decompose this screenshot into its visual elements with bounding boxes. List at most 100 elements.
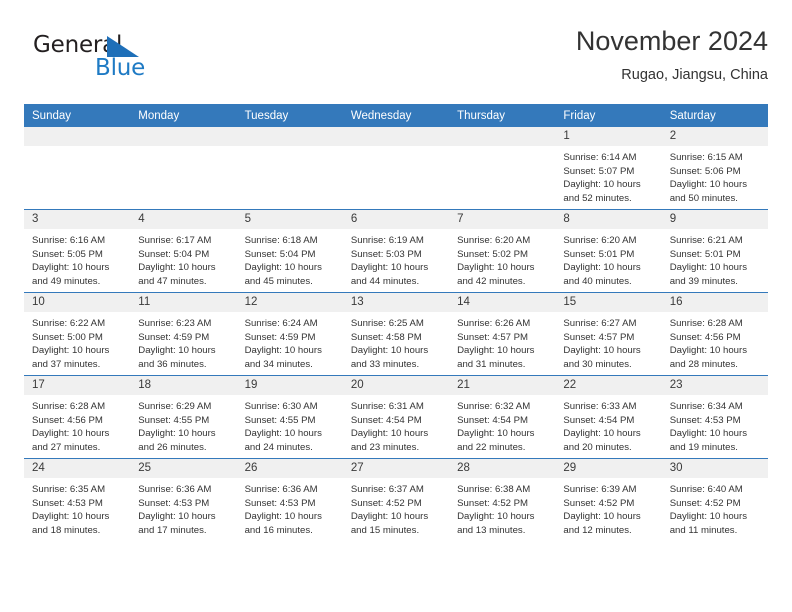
sunrise-text: Sunrise: 6:37 AM bbox=[350, 484, 424, 495]
daylight-text-line1: Daylight: 10 hours bbox=[350, 511, 429, 523]
day-number: 23 bbox=[661, 376, 768, 395]
weekday-header-monday: Monday bbox=[130, 104, 237, 127]
day-number bbox=[342, 127, 450, 146]
calendar-day-cell[interactable]: 19 Sunrise: 6:30 AM Sunset: 4:55 PM Dayligh… bbox=[236, 375, 343, 459]
calendar-day-cell[interactable]: 20 Sunrise: 6:31 AM Sunset: 4:54 PM Dayligh… bbox=[342, 375, 450, 459]
calendar-day-cell[interactable]: 21 Sunrise: 6:32 AM Sunset: 4:54 PM Dayligh… bbox=[449, 375, 556, 459]
daylight-text-line2: and 52 minutes. bbox=[563, 192, 632, 204]
calendar-day-cell[interactable]: 11 Sunrise: 6:23 AM Sunset: 4:59 PM Dayligh… bbox=[130, 292, 237, 376]
day-details: Sunrise: 6:37 AM Sunset: 4:52 PM Daylight:… bbox=[343, 478, 449, 537]
calendar-page: General Blue November 2024 Rugao, Jiangs… bbox=[0, 0, 792, 612]
daylight-text-line1: Daylight: 10 hours bbox=[563, 345, 641, 357]
day-details: Sunrise: 6:33 AM Sunset: 4:54 PM Daylight:… bbox=[555, 395, 661, 454]
calendar-day-cell[interactable]: 2 Sunrise: 6:15 AM Sunset: 5:06 PM Daylight… bbox=[661, 127, 768, 210]
day-details: Sunrise: 6:35 AM Sunset: 4:53 PM Daylight:… bbox=[24, 478, 130, 537]
daylight-text-line1: Daylight: 10 hours bbox=[457, 428, 535, 440]
daylight-text-line2: and 50 minutes. bbox=[669, 192, 738, 204]
weekday-header-wednesday: Wednesday bbox=[342, 104, 450, 127]
sunset-text: Sunset: 4:56 PM bbox=[669, 331, 741, 343]
day-number: 3 bbox=[24, 210, 131, 229]
daylight-text-line2: and 44 minutes. bbox=[350, 275, 420, 287]
calendar-day-cell[interactable]: 6 Sunrise: 6:19 AM Sunset: 5:03 PM Daylight… bbox=[342, 209, 450, 293]
calendar-day-cell[interactable]: 29 Sunrise: 6:39 AM Sunset: 4:52 PM Dayligh… bbox=[555, 458, 662, 541]
daylight-text-line1: Daylight: 10 hours bbox=[669, 262, 748, 274]
day-number: 12 bbox=[236, 293, 343, 312]
calendar-day-cell[interactable]: 9 Sunrise: 6:21 AM Sunset: 5:01 PM Daylight… bbox=[661, 209, 768, 293]
day-number: 30 bbox=[661, 459, 768, 478]
daylight-text-line2: and 18 minutes. bbox=[32, 524, 101, 536]
day-details: Sunrise: 6:18 AM Sunset: 5:04 PM Daylight:… bbox=[237, 229, 343, 288]
day-details: Sunrise: 6:28 AM Sunset: 4:56 PM Daylight:… bbox=[662, 312, 768, 371]
day-number: 1 bbox=[555, 127, 662, 146]
day-number: 13 bbox=[342, 293, 450, 312]
sunset-text: Sunset: 4:54 PM bbox=[457, 414, 529, 426]
daylight-text-line1: Daylight: 10 hours bbox=[563, 428, 641, 440]
weekday-header-friday: Friday bbox=[555, 104, 662, 127]
day-number: 7 bbox=[449, 210, 556, 229]
calendar-day-cell[interactable]: 28 Sunrise: 6:38 AM Sunset: 4:52 PM Dayligh… bbox=[449, 458, 556, 541]
sunrise-text: Sunrise: 6:25 AM bbox=[350, 318, 424, 329]
calendar-day-cell[interactable]: 14 Sunrise: 6:26 AM Sunset: 4:57 PM Dayligh… bbox=[449, 292, 556, 376]
daylight-text-line2: and 33 minutes. bbox=[350, 358, 420, 370]
sunrise-text: Sunrise: 6:16 AM bbox=[32, 235, 106, 246]
calendar-day-cell[interactable]: 18 Sunrise: 6:29 AM Sunset: 4:55 PM Dayligh… bbox=[130, 375, 237, 459]
sunset-text: Sunset: 4:53 PM bbox=[138, 497, 210, 509]
calendar-day-cell[interactable]: 27 Sunrise: 6:37 AM Sunset: 4:52 PM Dayligh… bbox=[342, 458, 450, 541]
daylight-text-line2: and 24 minutes. bbox=[244, 441, 313, 453]
calendar-day-cell[interactable]: 1 Sunrise: 6:14 AM Sunset: 5:07 PM Daylight… bbox=[555, 127, 662, 210]
day-number: 20 bbox=[342, 376, 450, 395]
page-header: General Blue November 2024 Rugao, Jiangs… bbox=[24, 24, 768, 96]
calendar-day-cell[interactable]: 30 Sunrise: 6:40 AM Sunset: 4:52 PM Dayligh… bbox=[661, 458, 768, 541]
sunrise-text: Sunrise: 6:17 AM bbox=[138, 235, 212, 246]
sunset-text: Sunset: 4:53 PM bbox=[32, 497, 103, 509]
calendar-header-row: Sunday Monday Tuesday Wednesday Thursday… bbox=[24, 104, 768, 127]
calendar-day-cell[interactable]: 12 Sunrise: 6:24 AM Sunset: 4:59 PM Dayligh… bbox=[236, 292, 343, 376]
calendar-day-cell[interactable]: 22 Sunrise: 6:33 AM Sunset: 4:54 PM Dayligh… bbox=[555, 375, 662, 459]
calendar-cell-empty bbox=[130, 127, 237, 210]
calendar-day-cell[interactable]: 4 Sunrise: 6:17 AM Sunset: 5:04 PM Daylight… bbox=[130, 209, 237, 293]
day-details: Sunrise: 6:14 AM Sunset: 5:07 PM Daylight:… bbox=[555, 146, 661, 205]
calendar-day-cell[interactable]: 15 Sunrise: 6:27 AM Sunset: 4:57 PM Dayligh… bbox=[555, 292, 662, 376]
calendar-day-cell[interactable]: 17 Sunrise: 6:28 AM Sunset: 4:56 PM Dayligh… bbox=[24, 375, 131, 459]
calendar-day-cell[interactable]: 10 Sunrise: 6:22 AM Sunset: 5:00 PM Dayligh… bbox=[24, 292, 131, 376]
daylight-text-line1: Daylight: 10 hours bbox=[32, 511, 110, 523]
sunset-text: Sunset: 5:04 PM bbox=[244, 248, 316, 260]
calendar-day-cell[interactable]: 8 Sunrise: 6:20 AM Sunset: 5:01 PM Daylight… bbox=[555, 209, 662, 293]
calendar-week-row: 17 Sunrise: 6:28 AM Sunset: 4:56 PM Dayligh… bbox=[24, 375, 768, 459]
generalblue-logo[interactable]: General Blue bbox=[33, 32, 203, 86]
daylight-text-line1: Daylight: 10 hours bbox=[350, 262, 429, 274]
daylight-text-line1: Daylight: 10 hours bbox=[138, 262, 216, 274]
daylight-text-line2: and 23 minutes. bbox=[350, 441, 420, 453]
daylight-text-line2: and 12 minutes. bbox=[563, 524, 632, 536]
sunset-text: Sunset: 4:54 PM bbox=[350, 414, 422, 426]
day-details: Sunrise: 6:38 AM Sunset: 4:52 PM Daylight:… bbox=[449, 478, 555, 537]
daylight-text-line1: Daylight: 10 hours bbox=[457, 262, 535, 274]
sunset-text: Sunset: 5:01 PM bbox=[563, 248, 635, 260]
calendar-day-cell[interactable]: 3 Sunrise: 6:16 AM Sunset: 5:05 PM Daylight… bbox=[24, 209, 131, 293]
calendar-day-cell[interactable]: 5 Sunrise: 6:18 AM Sunset: 5:04 PM Daylight… bbox=[236, 209, 343, 293]
day-details: Sunrise: 6:19 AM Sunset: 5:03 PM Daylight:… bbox=[343, 229, 449, 288]
calendar-day-cell[interactable]: 24 Sunrise: 6:35 AM Sunset: 4:53 PM Dayligh… bbox=[24, 458, 131, 541]
daylight-text-line2: and 42 minutes. bbox=[457, 275, 526, 287]
day-number: 28 bbox=[449, 459, 556, 478]
logo-text-blue: Blue bbox=[95, 55, 146, 81]
calendar-day-cell[interactable]: 13 Sunrise: 6:25 AM Sunset: 4:58 PM Dayligh… bbox=[342, 292, 450, 376]
day-number: 25 bbox=[130, 459, 237, 478]
day-details: Sunrise: 6:24 AM Sunset: 4:59 PM Daylight:… bbox=[237, 312, 343, 371]
calendar-day-cell[interactable]: 25 Sunrise: 6:36 AM Sunset: 4:53 PM Dayligh… bbox=[130, 458, 237, 541]
day-number: 29 bbox=[555, 459, 662, 478]
weekday-header-sunday: Sunday bbox=[24, 104, 131, 127]
sunset-text: Sunset: 5:01 PM bbox=[669, 248, 741, 260]
sunrise-text: Sunrise: 6:30 AM bbox=[244, 401, 318, 412]
calendar-day-cell[interactable]: 23 Sunrise: 6:34 AM Sunset: 4:53 PM Dayligh… bbox=[661, 375, 768, 459]
calendar-day-cell[interactable]: 7 Sunrise: 6:20 AM Sunset: 5:02 PM Daylight… bbox=[449, 209, 556, 293]
sunset-text: Sunset: 5:02 PM bbox=[457, 248, 529, 260]
title-block: November 2024 Rugao, Jiangsu, China bbox=[576, 24, 768, 86]
daylight-text-line1: Daylight: 10 hours bbox=[138, 428, 216, 440]
sunrise-text: Sunrise: 6:18 AM bbox=[244, 235, 318, 246]
calendar-day-cell[interactable]: 26 Sunrise: 6:36 AM Sunset: 4:53 PM Dayligh… bbox=[236, 458, 343, 541]
day-details: Sunrise: 6:30 AM Sunset: 4:55 PM Daylight:… bbox=[237, 395, 343, 454]
day-details: Sunrise: 6:17 AM Sunset: 5:04 PM Daylight:… bbox=[130, 229, 236, 288]
weekday-header-tuesday: Tuesday bbox=[236, 104, 343, 127]
calendar-day-cell[interactable]: 16 Sunrise: 6:28 AM Sunset: 4:56 PM Dayligh… bbox=[661, 292, 768, 376]
